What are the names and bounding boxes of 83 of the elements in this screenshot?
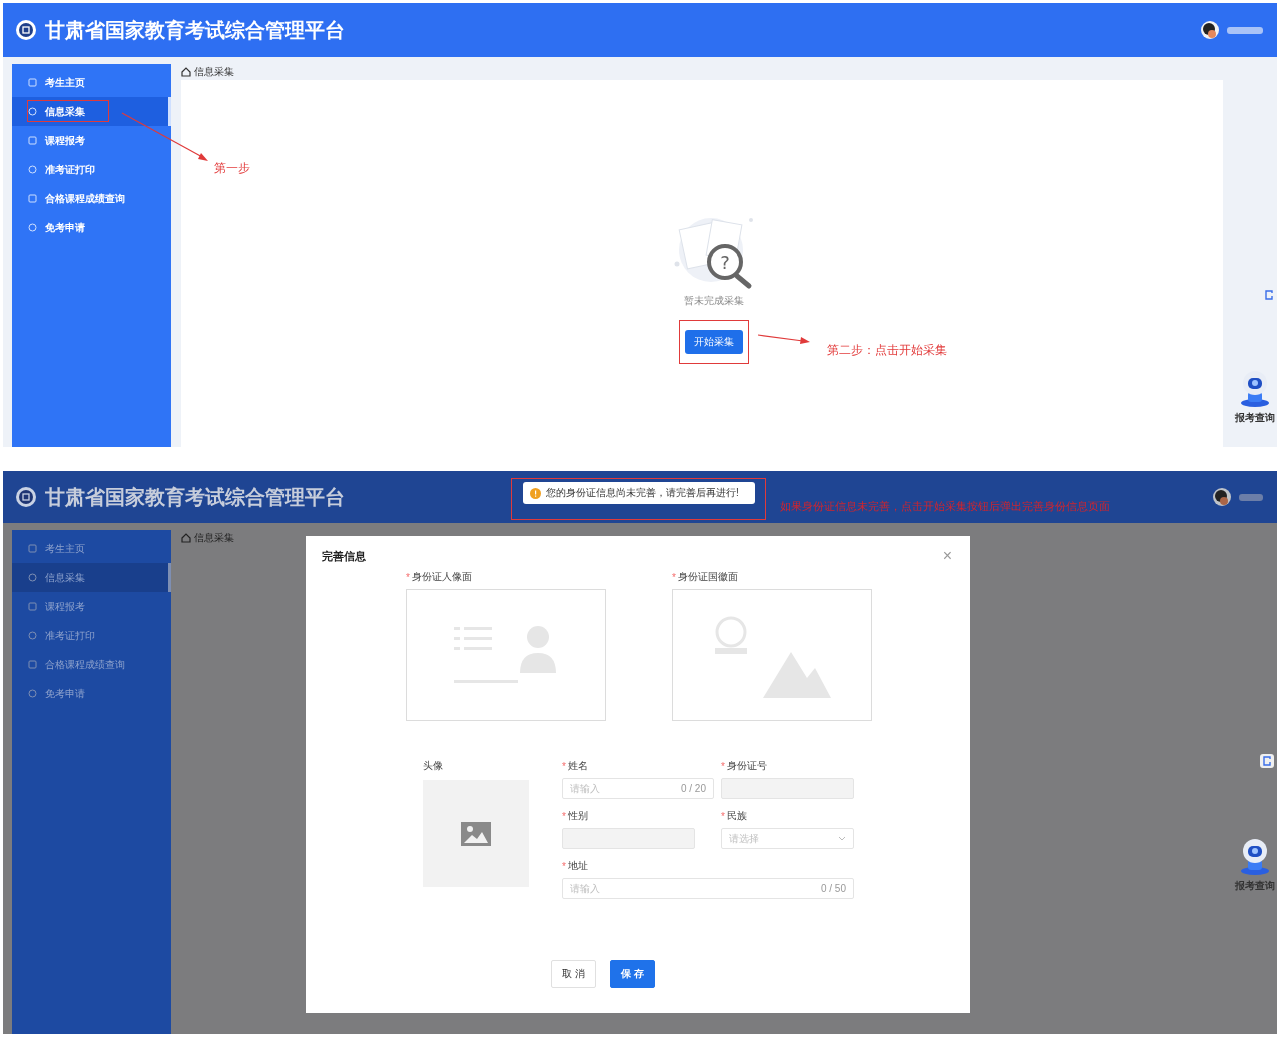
sidebar-item[interactable]: 合格课程成绩查询 bbox=[12, 184, 171, 213]
sidebar-item[interactable]: 免考申请 bbox=[12, 213, 171, 242]
logo-icon bbox=[15, 486, 37, 508]
field-label: 头像 bbox=[423, 759, 444, 773]
menu-item-label: 准考证打印 bbox=[45, 162, 95, 177]
annotation-text: 如果身份证信息未完善，点击开始采集按钮后弹出完善身份信息页面 bbox=[780, 499, 1110, 514]
menu-item-icon bbox=[28, 602, 37, 611]
field-label: 民族 bbox=[726, 809, 747, 823]
required-mark: * bbox=[562, 810, 566, 822]
menu-item-icon bbox=[28, 689, 37, 698]
field-label: 身份证人像面 bbox=[411, 570, 472, 584]
help-widget-label[interactable]: 报考查询 bbox=[1235, 879, 1275, 893]
menu-item-label: 合格课程成绩查询 bbox=[45, 191, 125, 206]
menu-item-label: 合格课程成绩查询 bbox=[45, 657, 125, 672]
menu-item-icon bbox=[28, 660, 37, 669]
avatar-icon[interactable] bbox=[1201, 21, 1219, 39]
sidebar-item[interactable]: 信息采集 bbox=[12, 563, 171, 592]
image-placeholder-icon bbox=[461, 821, 491, 846]
field-label: 身份证号 bbox=[726, 759, 767, 773]
modal-title: 完善信息 bbox=[322, 548, 366, 564]
menu-item-label: 课程报考 bbox=[45, 133, 85, 148]
sidebar-item[interactable]: 免考申请 bbox=[12, 679, 171, 708]
save-button[interactable]: 保 存 bbox=[610, 960, 655, 988]
required-mark: * bbox=[721, 760, 725, 772]
redacted-name bbox=[1239, 493, 1263, 501]
logo-icon bbox=[15, 19, 37, 41]
app-title: 甘肃省国家教育考试综合管理平台 bbox=[45, 484, 345, 510]
start-button[interactable]: 开始采集 bbox=[685, 330, 743, 354]
avatar-icon[interactable] bbox=[1213, 488, 1231, 506]
sidebar-item[interactable]: 考生主页 bbox=[12, 534, 171, 563]
home-icon bbox=[181, 67, 191, 77]
robot-icon[interactable] bbox=[1238, 370, 1272, 408]
menu-item-icon bbox=[28, 136, 37, 145]
annotation-box bbox=[679, 320, 749, 364]
menu-item-icon bbox=[28, 78, 37, 87]
field-label: 地址 bbox=[567, 859, 588, 873]
required-mark: * bbox=[562, 760, 566, 772]
menu-item-icon bbox=[28, 194, 37, 203]
menu-item-label: 免考申请 bbox=[45, 220, 85, 235]
menu-item-label: 免考申请 bbox=[45, 686, 85, 701]
home-icon bbox=[181, 533, 191, 543]
robot-icon[interactable] bbox=[1238, 838, 1272, 876]
menu-item-label: 考生主页 bbox=[45, 75, 85, 90]
app-title: 甘肃省国家教育考试综合管理平台 bbox=[45, 17, 345, 43]
sidebar-item[interactable]: 课程报考 bbox=[12, 126, 171, 155]
breadcrumb[interactable]: 信息采集 bbox=[194, 531, 234, 545]
sidebar-item[interactable]: 准考证打印 bbox=[12, 155, 171, 184]
menu-item-label: 信息采集 bbox=[45, 104, 85, 119]
breadcrumb[interactable]: 信息采集 bbox=[194, 65, 234, 79]
menu-item-icon bbox=[28, 631, 37, 640]
menu-item-icon bbox=[28, 223, 37, 232]
menu-item-icon bbox=[28, 544, 37, 553]
close-button[interactable]: × bbox=[940, 548, 954, 564]
empty-message: 暂未完成采集 bbox=[684, 294, 744, 308]
annotation-text: 第二步：点击开始采集 bbox=[827, 342, 947, 359]
required-mark: * bbox=[406, 571, 410, 583]
menu-item-label: 信息采集 bbox=[45, 570, 85, 585]
sidebar-item[interactable]: 准考证打印 bbox=[12, 621, 171, 650]
toast-message: 您的身份证信息尚未完善，请完善后再进行! bbox=[546, 486, 739, 500]
help-widget-label[interactable]: 报考查询 bbox=[1235, 411, 1275, 425]
warning-icon bbox=[530, 487, 541, 499]
required-mark: * bbox=[672, 571, 676, 583]
field-label: 身份证国徽面 bbox=[677, 570, 738, 584]
field-label: 姓名 bbox=[567, 759, 588, 773]
chevron-down-icon bbox=[838, 836, 846, 841]
menu-item-icon bbox=[28, 165, 37, 174]
menu-item-icon bbox=[28, 107, 37, 116]
redacted-name bbox=[1227, 26, 1263, 34]
menu-item-label: 课程报考 bbox=[45, 599, 85, 614]
field-label: 性别 bbox=[567, 809, 588, 823]
sidebar-item[interactable]: 考生主页 bbox=[12, 68, 171, 97]
annotation-text: 第一步 bbox=[214, 160, 250, 177]
menu-item-label: 准考证打印 bbox=[45, 628, 95, 643]
required-mark: * bbox=[562, 860, 566, 872]
cancel-button[interactable]: 取 消 bbox=[551, 960, 596, 988]
annotation-arrow bbox=[757, 332, 811, 346]
menu-item-label: 考生主页 bbox=[45, 541, 85, 556]
sidebar-item[interactable]: 信息采集 bbox=[12, 97, 171, 126]
menu-item-icon bbox=[28, 573, 37, 582]
sidebar-item[interactable]: 合格课程成绩查询 bbox=[12, 650, 171, 679]
required-mark: * bbox=[721, 810, 725, 822]
avatar-upload[interactable] bbox=[423, 780, 529, 887]
sidebar-item[interactable]: 课程报考 bbox=[12, 592, 171, 621]
